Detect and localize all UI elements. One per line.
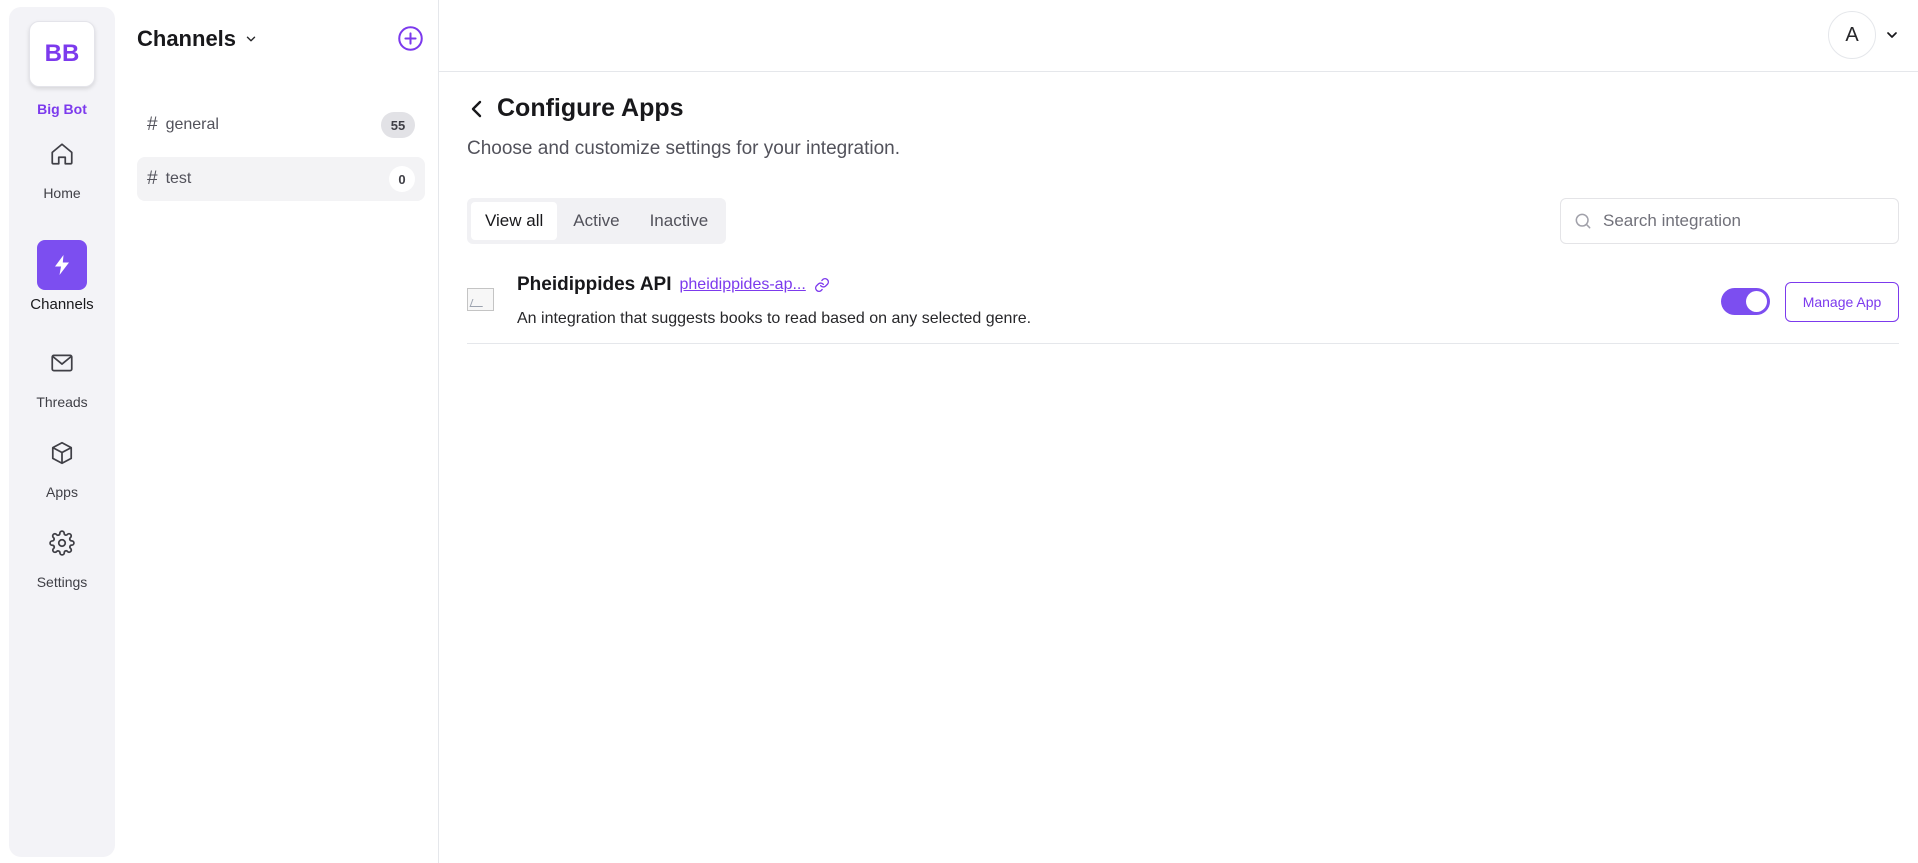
search-input[interactable] xyxy=(1603,211,1883,231)
workspace-rail: BB Big Bot Home Channels Threads Apps Se… xyxy=(9,7,115,857)
app-name: Pheidippides API xyxy=(517,274,672,295)
back-button[interactable] xyxy=(467,97,487,121)
rail-item-channels[interactable]: Channels xyxy=(9,240,115,313)
app-enabled-toggle[interactable] xyxy=(1721,288,1770,315)
app-logo-image xyxy=(467,288,494,311)
channels-panel: Channels # general 55 # test 0 xyxy=(115,0,439,863)
rail-label-threads: Threads xyxy=(36,394,88,410)
workspace-name: Big Bot xyxy=(37,101,87,117)
channels-title: Channels xyxy=(137,26,237,51)
gear-icon xyxy=(37,518,87,568)
rail-item-settings[interactable]: Settings xyxy=(9,518,115,590)
channel-item-test[interactable]: # test 0 xyxy=(137,157,425,201)
page-subtitle: Choose and customize settings for your i… xyxy=(467,138,901,159)
link-icon[interactable] xyxy=(814,277,830,293)
app-title-row: Pheidippides API pheidippides-ap... xyxy=(517,274,830,296)
add-channel-icon[interactable] xyxy=(397,25,424,52)
app-url-link[interactable]: pheidippides-ap... xyxy=(680,276,806,294)
search-icon xyxy=(1575,213,1591,229)
cube-icon xyxy=(37,428,87,478)
channels-dropdown[interactable]: Channels xyxy=(137,26,258,52)
tab-inactive[interactable]: Inactive xyxy=(636,202,723,240)
tab-view-all[interactable]: View all xyxy=(471,202,558,240)
mail-icon xyxy=(37,338,87,388)
top-bar: A xyxy=(439,0,1918,72)
user-avatar[interactable]: A xyxy=(1828,11,1876,59)
home-icon xyxy=(37,129,87,179)
bolt-icon xyxy=(37,240,87,290)
app-list-item: Pheidippides API pheidippides-ap... An i… xyxy=(467,264,1899,344)
chevron-down-icon[interactable] xyxy=(1884,27,1900,43)
page-title: Configure Apps xyxy=(497,94,684,122)
unread-count-badge: 55 xyxy=(381,112,415,138)
rail-item-home[interactable]: Home xyxy=(9,129,115,201)
chevron-down-icon xyxy=(246,36,256,42)
rail-label-home: Home xyxy=(43,185,81,201)
toggle-knob xyxy=(1746,291,1767,312)
hash-icon: # xyxy=(147,114,158,135)
chevron-left-icon xyxy=(471,100,482,117)
search-box xyxy=(1560,198,1899,244)
rail-label-settings: Settings xyxy=(36,574,88,590)
tab-active[interactable]: Active xyxy=(559,202,633,240)
page-header: Configure Apps xyxy=(467,94,684,123)
workspace-initials: BB xyxy=(44,40,80,67)
channel-name: test xyxy=(165,170,192,187)
hash-icon: # xyxy=(147,168,158,189)
rail-item-threads[interactable]: Threads xyxy=(9,338,115,410)
channel-name: general xyxy=(165,116,219,133)
channel-item-general[interactable]: # general 55 xyxy=(137,103,425,147)
rail-label-apps: Apps xyxy=(46,484,78,500)
workspace-logo[interactable]: BB xyxy=(29,21,95,87)
filter-tabs: View all Active Inactive xyxy=(467,198,727,244)
app-description: An integration that suggests books to re… xyxy=(517,310,1032,327)
manage-app-button[interactable]: Manage App xyxy=(1785,282,1899,322)
rail-label-channels: Channels xyxy=(30,296,94,313)
unread-count-badge: 0 xyxy=(389,166,415,192)
rail-item-apps[interactable]: Apps xyxy=(9,428,115,500)
